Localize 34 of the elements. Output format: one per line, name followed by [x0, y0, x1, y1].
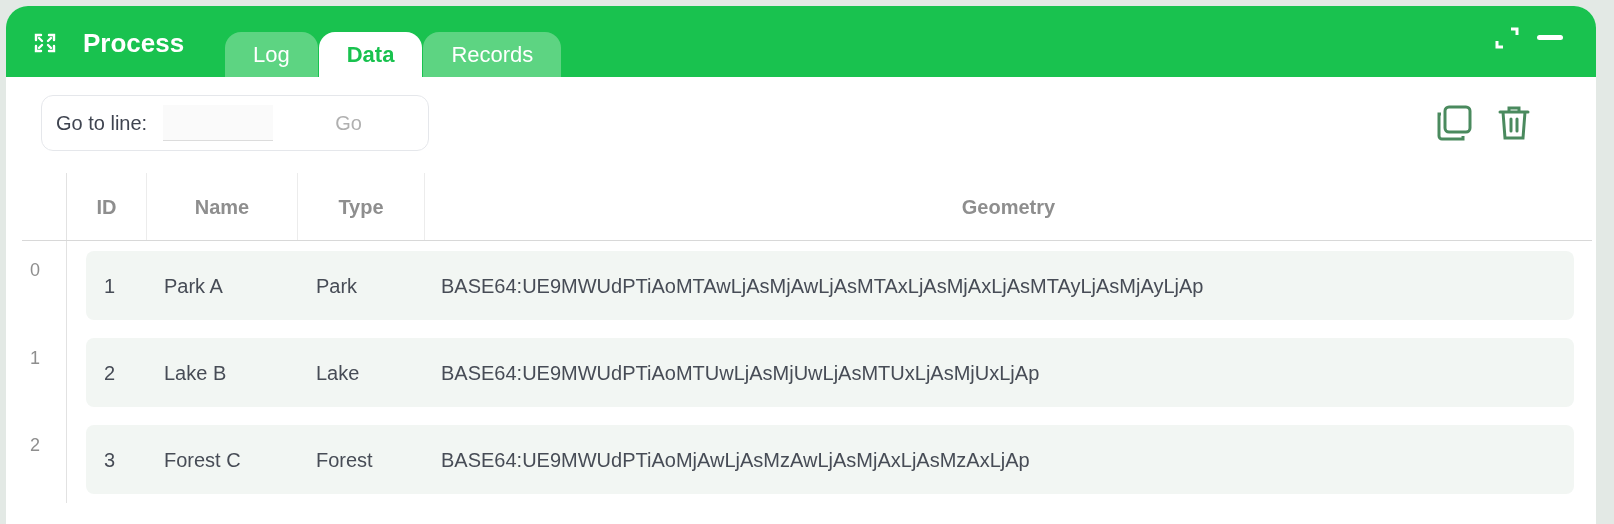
table-cell: BASE64:UE9MWUdPTiAoMjAwLjAsMzAwLjAsMjAxLjAsMzAxLjAp	[441, 448, 1030, 471]
table-cell: Lake B	[164, 361, 227, 384]
tab[interactable]: Log	[225, 32, 318, 77]
tab[interactable]: Data	[318, 32, 423, 77]
recenter-icon	[34, 32, 56, 54]
row-index: 2	[30, 435, 40, 455]
minimize-icon[interactable]	[1537, 35, 1563, 40]
table-cell: Forest	[316, 448, 373, 471]
row-index: 0	[30, 260, 40, 280]
table-cell: Lake	[316, 361, 360, 384]
column-header: Name	[147, 173, 298, 240]
column-header: Type	[298, 173, 425, 240]
window-title: Process	[83, 27, 185, 60]
column-header: ID	[67, 173, 147, 240]
copy-icon[interactable]	[1436, 105, 1472, 141]
goto-label: Go to line:	[56, 111, 148, 136]
table-row[interactable]: 1 Park A Park BASE64:UE9MWUdPTiAoMTAwLjAsMjAwLjAsMTAxLjAsMjAxLjAsMTAyLjAsMjAyLjAp	[86, 251, 1574, 320]
tab[interactable]: Records	[423, 32, 562, 77]
expand-icon[interactable]	[1494, 27, 1520, 49]
table-cell: Park A	[164, 274, 223, 297]
table-cell: Forest C	[164, 448, 241, 471]
row-index: 1	[30, 348, 40, 368]
trash-icon[interactable]	[1498, 105, 1530, 141]
table-cell: Park	[316, 274, 358, 297]
line-input[interactable]	[163, 105, 274, 141]
table-row[interactable]: 2 Lake B Lake BASE64:UE9MWUdPTiAoMTUwLjAsMjUwLjAsMTUxLjAsMjUxLjAp	[86, 338, 1574, 407]
table-cell: 1	[104, 274, 116, 297]
table-cell: BASE64:UE9MWUdPTiAoMTUwLjAsMjUwLjAsMTUxLjAsMjUxLjAp	[441, 361, 1040, 384]
table-row[interactable]: 3 Forest C Forest BASE64:UE9MWUdPTiAoMjAwLjAsMzAwLjAsMjAxLjAsMzAxLjAp	[86, 425, 1574, 494]
table-cell: 3	[104, 448, 116, 471]
go-button[interactable]: Go	[335, 108, 362, 138]
table-cell: BASE64:UE9MWUdPTiAoMTAwLjAsMjAwLjAsMTAxLjAsMjAxLjAsMTAyLjAsMjAyLjAp	[441, 274, 1204, 297]
table-cell: 2	[104, 361, 116, 384]
column-header: Geometry	[960, 194, 1057, 220]
